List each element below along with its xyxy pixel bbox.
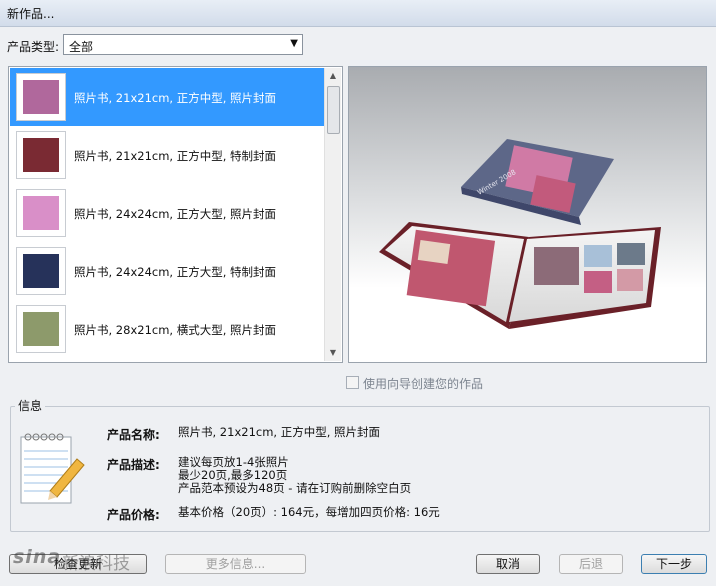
notepad-pencil-icon [20,433,85,504]
product-type-select[interactable]: 全部 ▼ [63,34,303,55]
photo-book-illustration: Winter 2008 [379,139,661,329]
next-button[interactable]: 下一步 [641,554,707,574]
product-thumbnail [16,131,66,179]
list-item[interactable]: 照片书, 28x21cm, 横式大型, 照片封面 [10,300,326,358]
product-type-value: 全部 [69,40,94,54]
open-book [379,222,661,329]
wizard-checkbox[interactable]: 使用向导创建您的作品 [346,375,483,392]
product-item-label: 照片书, 24x24cm, 正方大型, 照片封面 [74,207,277,221]
checkbox-icon[interactable] [346,376,359,389]
back-button[interactable]: 后退 [559,554,623,574]
watermark-logo: sina [13,546,62,568]
desc-line: 产品范本预设为48页 - 请在订购前删除空白页 [178,481,412,495]
product-thumbnail [16,189,66,237]
product-name-value: 照片书, 21x21cm, 正方中型, 照片封面 [178,425,381,439]
list-item[interactable]: 照片书, 21x21cm, 正方中型, 特制封面 [10,126,326,184]
product-price-label: 产品价格: [107,508,160,522]
list-item[interactable]: 照片书, 24x24cm, 正方大型, 特制封面 [10,242,326,300]
cancel-button[interactable]: 取消 [476,554,540,574]
product-preview: Winter 2008 [348,66,707,363]
wizard-checkbox-label: 使用向导创建您的作品 [363,377,484,391]
scroll-up-icon[interactable]: ▲ [325,68,341,84]
list-item[interactable]: 照片书, 24x24cm, 正方大型, 照片封面 [10,184,326,242]
product-desc-value: 建议每页放1-4张照片 最少20页,最多120页 产品范本预设为48页 - 请在… [178,456,411,495]
more-info-button[interactable]: 更多信息... [165,554,306,574]
book-cover: Winter 2008 [461,139,614,225]
product-thumbnail [16,305,66,353]
info-group-title: 信息 [15,397,46,414]
product-item-label: 照片书, 28x21cm, 横式大型, 照片封面 [74,323,277,337]
product-name-label: 产品名称: [107,428,160,442]
scroll-down-icon[interactable]: ▼ [325,345,341,361]
list-scrollbar[interactable]: ▲ ▼ [324,68,341,361]
product-item-label: 照片书, 21x21cm, 正方中型, 照片封面 [74,91,277,105]
product-price-value: 基本价格（20页）: 164元，每增加四页价格: 16元 [178,505,440,519]
product-item-label: 照片书, 21x21cm, 正方中型, 特制封面 [74,149,277,163]
chevron-down-icon: ▼ [290,38,298,49]
product-item-label: 照片书, 24x24cm, 正方大型, 特制封面 [74,265,277,279]
list-item[interactable]: 照片书, 21x21cm, 正方中型, 照片封面 [10,68,326,126]
product-type-label: 产品类型: [7,40,60,54]
window-title: 新作品... [7,7,55,21]
title-bar: 新作品... [0,0,716,27]
info-group: 产品名称: 照片书, 21x21cm, 正方中型, 照片封面 产品描述: 建议每… [10,406,710,532]
product-thumbnail [16,247,66,295]
product-list[interactable]: 照片书, 21x21cm, 正方中型, 照片封面 照片书, 21x21cm, 正… [8,66,343,363]
product-desc-label: 产品描述: [107,458,160,472]
scrollbar-thumb[interactable] [327,86,340,134]
product-thumbnail [16,73,66,121]
watermark-text: 新浪科技 [62,554,130,574]
